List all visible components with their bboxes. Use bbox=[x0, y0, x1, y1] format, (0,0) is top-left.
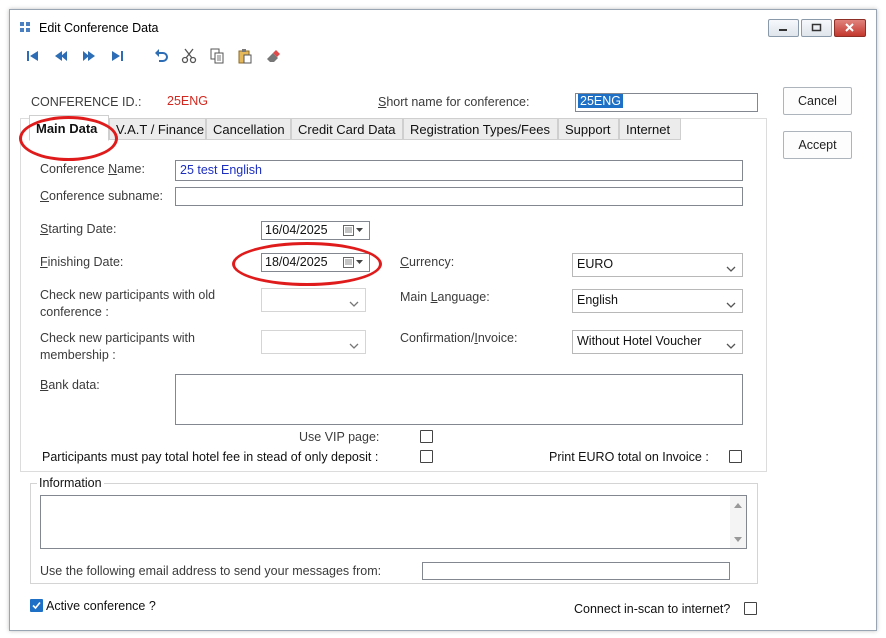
short-name-value: 25ENG bbox=[578, 94, 623, 108]
old-conference-label-1: Check new participants with old bbox=[40, 288, 216, 302]
annotation-circle-finishing-date bbox=[232, 242, 382, 286]
membership-label-2: membership : bbox=[40, 348, 116, 362]
tab-vat-finance[interactable]: V.A.T / Finance bbox=[109, 118, 206, 140]
checkmark-icon bbox=[32, 601, 41, 610]
maximize-button[interactable] bbox=[801, 19, 832, 37]
vip-page-label: Use VIP page: bbox=[299, 430, 380, 444]
connect-internet-label: Connect in-scan to internet? bbox=[574, 602, 731, 616]
chevron-down-icon bbox=[726, 262, 736, 276]
annotation-circle-main-data-tab bbox=[19, 116, 118, 161]
total-fee-label: Participants must pay total hotel fee in… bbox=[42, 450, 379, 464]
email-label: Use the following email address to send … bbox=[40, 564, 382, 578]
close-button[interactable] bbox=[834, 19, 866, 37]
starting-date-label: Starting Date: bbox=[40, 222, 117, 236]
main-language-select[interactable]: English bbox=[572, 289, 743, 313]
chevron-down-icon bbox=[726, 339, 736, 353]
total-fee-checkbox[interactable] bbox=[420, 450, 433, 463]
conference-id-label: CONFERENCE ID.: bbox=[31, 95, 142, 109]
print-euro-label: Print EURO total on Invoice : bbox=[549, 450, 709, 464]
eraser-icon[interactable] bbox=[265, 48, 281, 64]
vip-page-checkbox[interactable] bbox=[420, 430, 433, 443]
connect-internet-checkbox[interactable] bbox=[744, 602, 757, 615]
main-language-label: Main Language: bbox=[400, 290, 490, 304]
undo-icon[interactable] bbox=[153, 48, 169, 64]
membership-label-1: Check new participants with bbox=[40, 331, 195, 345]
conference-name-input[interactable]: 25 test English bbox=[175, 160, 743, 181]
conference-subname-input[interactable] bbox=[175, 187, 743, 206]
conference-id-value: 25ENG bbox=[167, 94, 208, 108]
copy-icon[interactable] bbox=[209, 48, 225, 64]
main-language-value: English bbox=[577, 293, 618, 307]
starting-date-picker[interactable]: 16/04/2025 bbox=[261, 221, 370, 240]
accept-button[interactable]: Accept bbox=[783, 131, 852, 159]
information-textarea[interactable] bbox=[40, 495, 747, 549]
short-name-input[interactable]: 25ENG bbox=[575, 93, 758, 112]
confirmation-invoice-select[interactable]: Without Hotel Voucher bbox=[572, 330, 743, 354]
currency-value: EURO bbox=[577, 257, 614, 271]
information-legend: Information bbox=[37, 476, 104, 490]
active-conference-checkbox[interactable] bbox=[30, 599, 43, 612]
old-conference-label-2: conference : bbox=[40, 305, 109, 319]
chevron-down-icon bbox=[726, 298, 736, 312]
email-input[interactable] bbox=[422, 562, 730, 580]
chevron-down-icon bbox=[349, 297, 359, 311]
tab-support[interactable]: Support bbox=[558, 118, 619, 140]
tab-cancellation[interactable]: Cancellation bbox=[206, 118, 291, 140]
active-conference-label: Active conference ? bbox=[46, 599, 156, 613]
tab-internet[interactable]: Internet bbox=[619, 118, 681, 140]
paste-icon[interactable] bbox=[237, 48, 253, 64]
print-euro-checkbox[interactable] bbox=[729, 450, 742, 463]
conference-name-label: Conference Name: bbox=[40, 162, 145, 176]
cancel-button[interactable]: Cancel bbox=[783, 87, 852, 115]
finishing-date-label: Finishing Date: bbox=[40, 255, 124, 269]
currency-select[interactable]: EURO bbox=[572, 253, 743, 277]
cut-icon[interactable] bbox=[181, 48, 197, 64]
confirmation-invoice-value: Without Hotel Voucher bbox=[577, 334, 702, 348]
app-icon bbox=[19, 21, 33, 37]
first-record-icon[interactable] bbox=[25, 48, 41, 64]
scrollbar[interactable] bbox=[730, 496, 746, 548]
minimize-button[interactable] bbox=[768, 19, 799, 37]
title-bar: Edit Conference Data bbox=[10, 10, 876, 43]
tab-registration-types-fees[interactable]: Registration Types/Fees bbox=[403, 118, 558, 140]
membership-select[interactable] bbox=[261, 330, 366, 354]
tab-credit-card-data[interactable]: Credit Card Data bbox=[291, 118, 403, 140]
currency-label: Currency: bbox=[400, 255, 455, 269]
starting-date-value: 16/04/2025 bbox=[265, 223, 328, 237]
window-title: Edit Conference Data bbox=[39, 21, 159, 35]
next-record-icon[interactable] bbox=[81, 48, 97, 64]
conference-subname-label: Conference subname: bbox=[40, 189, 163, 203]
bank-data-textarea[interactable] bbox=[175, 374, 743, 425]
chevron-down-icon bbox=[349, 339, 359, 353]
bank-data-label: Bank data: bbox=[40, 378, 100, 392]
prev-record-icon[interactable] bbox=[53, 48, 69, 64]
calendar-icon[interactable] bbox=[343, 225, 365, 239]
last-record-icon[interactable] bbox=[109, 48, 125, 64]
old-conference-select[interactable] bbox=[261, 288, 366, 312]
short-name-label: Short name for conference: bbox=[378, 95, 530, 109]
confirmation-invoice-label: Confirmation/Invoice: bbox=[400, 331, 518, 345]
scroll-arrows-icon bbox=[734, 503, 742, 542]
